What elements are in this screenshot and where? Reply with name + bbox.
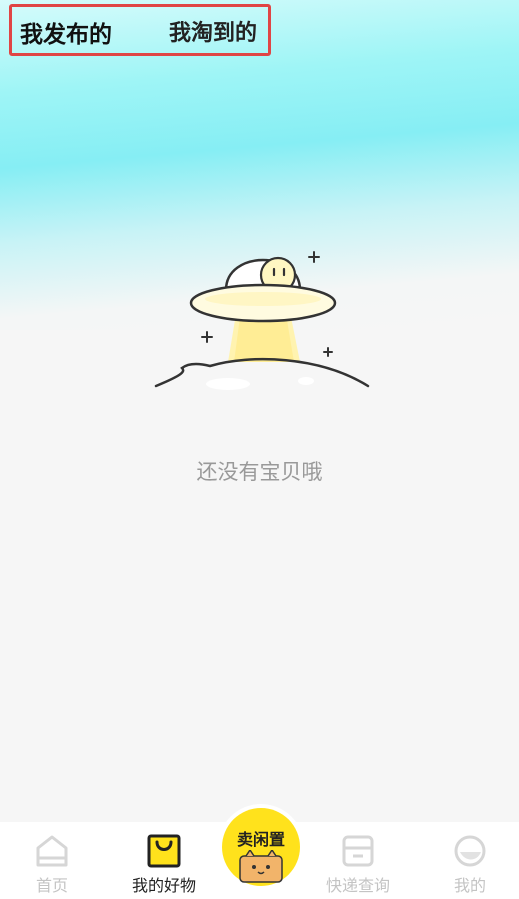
tab-published-label: 我发布的 [20, 22, 112, 48]
nav-me-label: 我的 [453, 876, 486, 895]
tab-bought-label: 我淘到的 [169, 21, 258, 46]
tab-bar: 我发布的 我淘到的 [9, 4, 271, 56]
nav-express[interactable]: 快递查询 [306, 822, 410, 899]
nav-my-goods-label: 我的好物 [131, 876, 196, 895]
sell-idle-button[interactable]: 卖闲置 [222, 808, 300, 886]
shopping-bag-icon [147, 834, 181, 868]
home-icon [36, 835, 68, 867]
cat-box-icon [239, 850, 283, 883]
ufo-illustration [154, 251, 370, 390]
tab-published[interactable]: 我发布的 [20, 15, 112, 49]
empty-state-message: 还没有宝贝哦 [196, 460, 323, 484]
nav-my-goods[interactable]: 我的好物 [112, 822, 216, 899]
package-icon [342, 835, 374, 867]
nav-me[interactable]: 我的 [418, 822, 519, 899]
nav-home[interactable]: 首页 [0, 822, 104, 899]
sell-idle-label: 卖闲置 [236, 830, 285, 849]
nav-express-label: 快递查询 [325, 876, 390, 895]
nav-home-label: 首页 [35, 876, 68, 895]
profile-icon [454, 835, 486, 867]
tab-bought[interactable]: 我淘到的 [169, 15, 257, 47]
